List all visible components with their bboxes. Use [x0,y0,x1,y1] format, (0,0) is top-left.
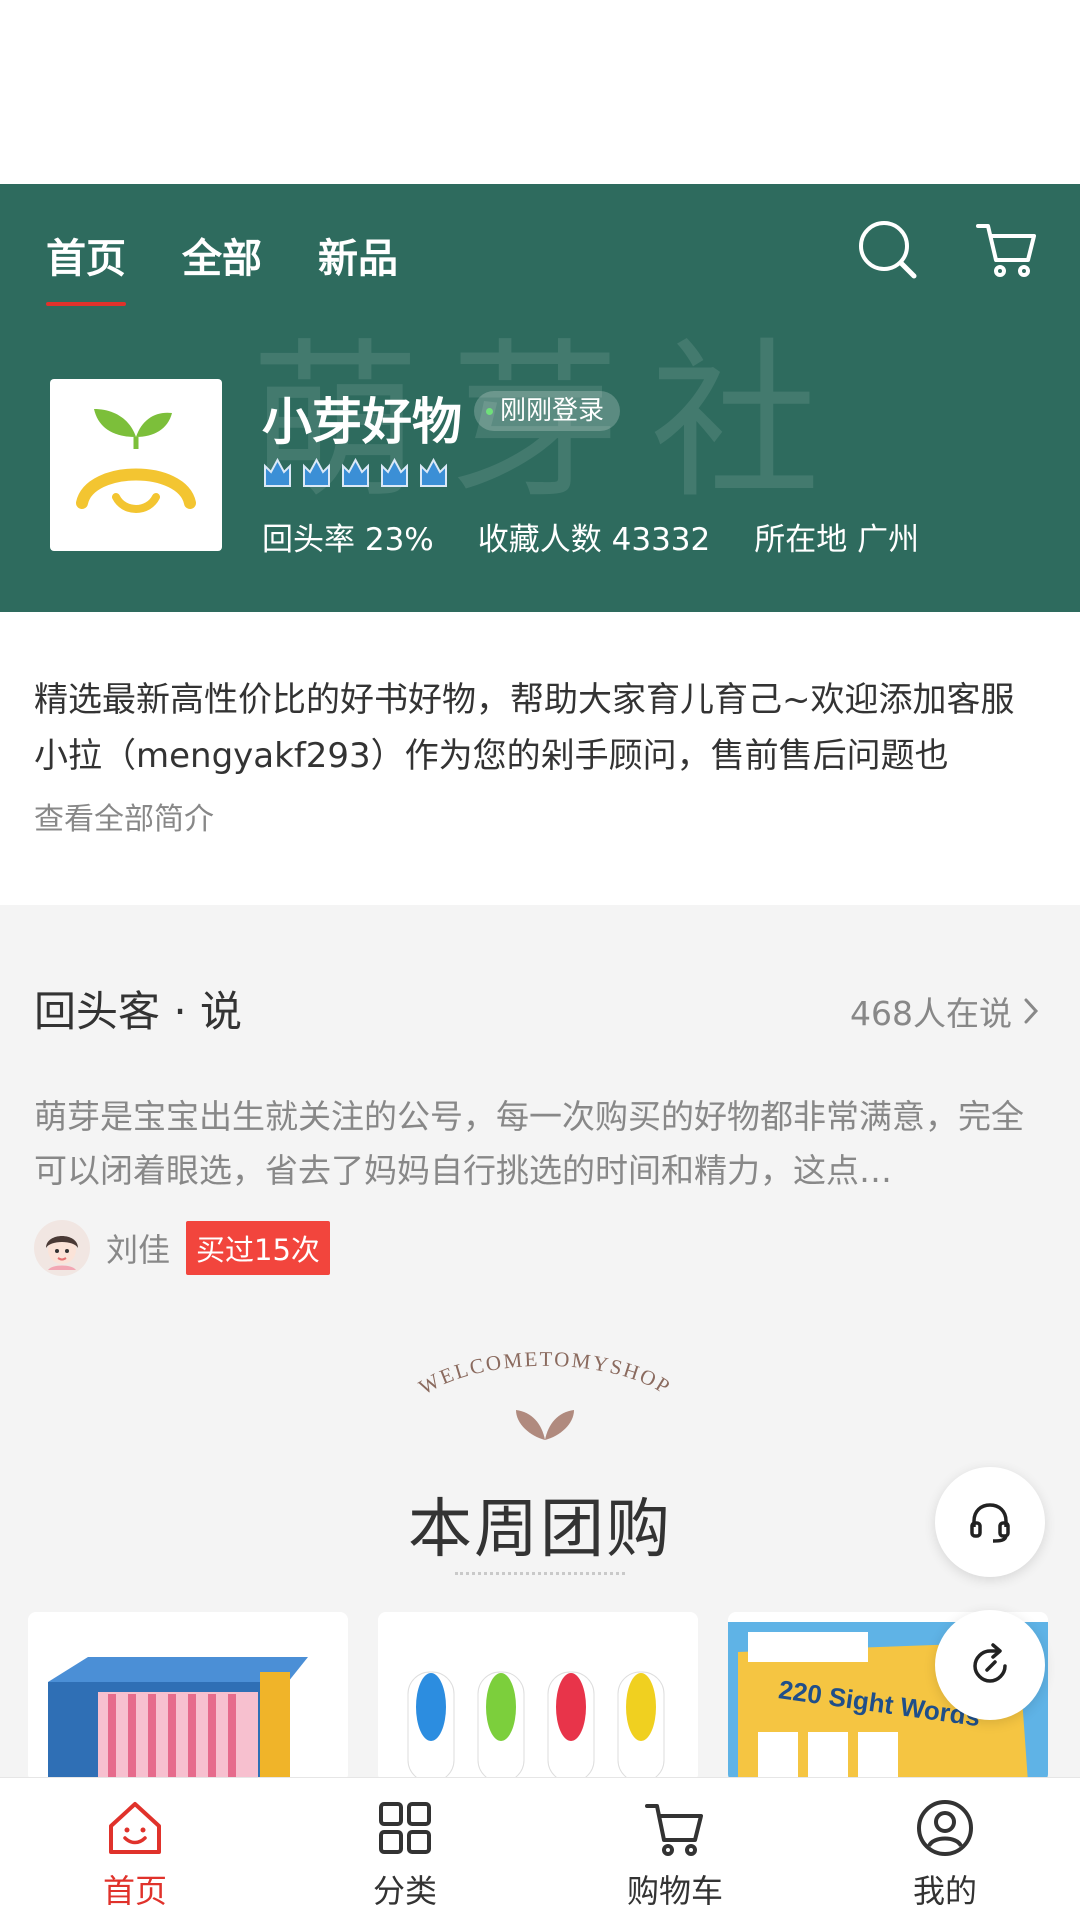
shop-intro: 精选最新高性价比的好书好物，帮助大家育儿育己~欢迎添加客服小拉（mengyakf… [0,612,1080,905]
customer-service-button[interactable] [935,1467,1045,1577]
stat-return-rate: 回头率 23% [262,522,434,558]
bottom-nav-cart[interactable]: 购物车 [540,1778,810,1920]
profile-icon [917,1800,973,1856]
refresh-button[interactable] [935,1610,1045,1720]
shop-logo [50,379,222,551]
home-icon [109,1802,161,1854]
bottom-nav-profile[interactable]: 我的 [810,1778,1080,1920]
reviews-count-label: 468人在说 [850,994,1012,1033]
purchase-count-badge: 买过15次 [186,1221,330,1275]
product-list: 220 Sight Words [28,1612,1048,1782]
bottom-nav-label: 分类 [372,1872,437,1910]
shop-stats: 回头率 23% 收藏人数 43332 所在地 广州 [262,514,919,559]
category-icon [379,1802,431,1854]
crown-icon [342,457,369,487]
returning-customer-reviews: 回头客 · 说 468人在说 萌芽是宝宝出生就关注的公号，每一次购买的好物都非常… [0,905,1080,1325]
status-bar-area [0,0,1080,184]
intro-text: 精选最新高性价比的好书好物，帮助大家育儿育己~欢迎添加客服小拉（mengyakf… [34,680,1015,776]
reviewer: 刘佳 买过15次 [34,1220,330,1276]
tab-home[interactable]: 首页 [46,226,126,306]
bottom-nav: 首页 分类 购物车 我的 [0,1777,1080,1920]
tab-all[interactable]: 全部 [182,226,262,306]
avatar [34,1220,90,1276]
shop-rating-crowns [262,456,449,492]
crown-icon [420,457,447,487]
shop-name: 小芽好物 [262,393,462,451]
stat-location: 所在地 广州 [754,522,920,558]
reviews-title: 回头客 · 说 [34,987,243,1036]
search-icon[interactable] [852,214,922,284]
bottom-nav-label: 我的 [912,1872,977,1910]
product-card[interactable] [28,1612,348,1782]
crown-icon [303,457,330,487]
product-card[interactable] [378,1612,698,1782]
crown-icon [381,457,408,487]
title-underline [455,1572,625,1575]
welcome-emblem: WELCOMETOMYSHOP [415,1347,676,1440]
weekly-group-buy-title: 本周团购 [408,1493,672,1567]
online-dot-icon [486,408,493,415]
tab-new[interactable]: 新品 [318,226,398,306]
reviews-count-link[interactable]: 468人在说 [850,987,1040,1035]
crown-icon [264,457,291,487]
shop-nav-tabs: 首页 全部 新品 [46,226,398,306]
welcome-text: WELCOMETOMYSHOP [415,1347,674,1400]
view-full-intro-link[interactable]: 查看全部简介 [34,794,1046,838]
bottom-nav-label: 购物车 [626,1872,723,1910]
chevron-right-icon [1024,998,1039,1024]
bottom-nav-label: 首页 [102,1872,167,1910]
bottom-nav-category[interactable]: 分类 [270,1778,540,1920]
login-status-badge: 刚刚登录 [474,391,621,431]
shop-header: 萌芽社 首页 全部 新品 小芽好物 刚刚登录 回头率 23% 收藏人数 4333… [0,184,1080,612]
stat-favorites: 收藏人数 43332 [477,522,711,558]
login-status-text: 刚刚登录 [500,396,605,426]
reviewer-name: 刘佳 [106,1231,171,1269]
cart-icon [645,1804,703,1856]
cart-icon[interactable] [972,214,1042,284]
review-text: 萌芽是宝宝出生就关注的公号，每一次购买的好物都非常满意，完全可以闭着眼选，省去了… [34,1097,1024,1190]
svg-text:WELCOMETOMYSHOP: WELCOMETOMYSHOP [415,1347,676,1400]
bottom-nav-home[interactable]: 首页 [0,1778,270,1920]
refresh-icon [973,1643,1007,1683]
headset-icon [970,1503,1010,1543]
